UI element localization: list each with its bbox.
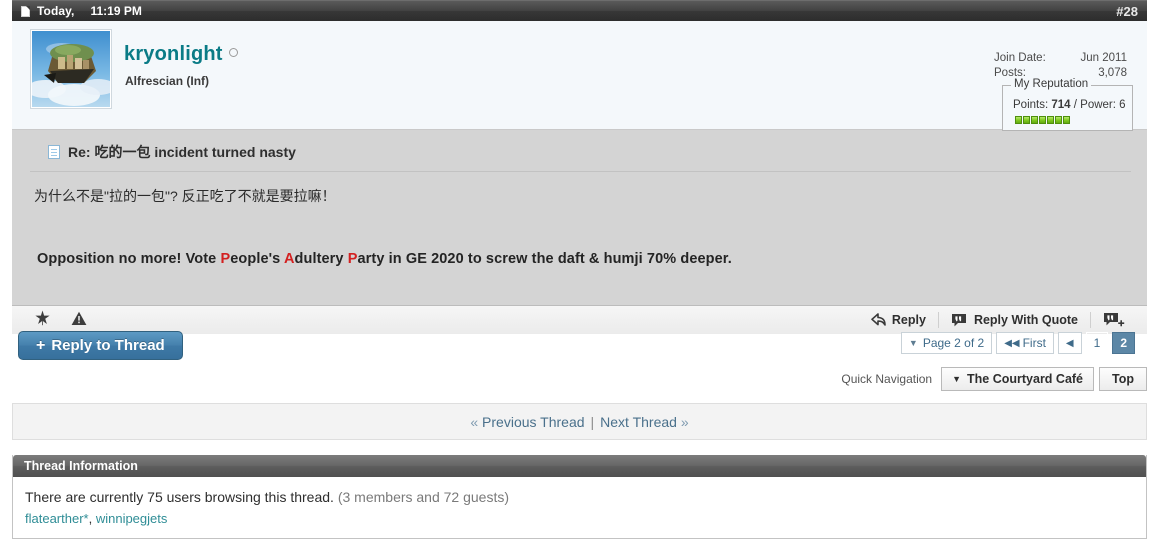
browsing-user-link[interactable]: flatearther* [25,511,89,526]
post-author-link[interactable]: kryonlight [124,43,238,66]
star-icon[interactable] [34,310,51,330]
post-number[interactable]: #28 [1116,4,1138,19]
pagination: ▼ Page 2 of 2 ◀◀ First ◀ 1 2 [897,332,1135,354]
reputation-bar [1015,116,1070,124]
signature-text-3: dultery [294,251,348,267]
plus-icon: + [36,336,46,354]
post-body: Re: 吃的一包 incident turned nasty 为什么不是"拉的一… [12,130,1147,305]
previous-thread-link[interactable]: Previous Thread [482,414,584,430]
document-icon [21,5,30,17]
post-author-name: kryonlight [124,43,223,65]
thread-information-heading: Thread Information [13,455,1146,477]
reputation-points-value: 714 [1051,99,1071,111]
reputation-block [1023,116,1030,124]
avatar[interactable] [31,30,111,108]
join-date-value: Jun 2011 [1080,52,1127,64]
user-list-separator: , [88,511,96,526]
post-date: Today, [37,4,75,18]
quick-navigation: Quick Navigation ▼ The Courtyard Café To… [841,367,1147,391]
reputation-block [1015,116,1022,124]
first-page-button[interactable]: ◀◀ First [996,332,1054,354]
thread-information-panel: Thread Information There are currently 7… [12,455,1147,539]
top-button[interactable]: Top [1099,367,1147,391]
forum-thread-page: Today, 11:19 PM #28 kryonlight Alfrescia… [0,0,1159,539]
reputation-legend: My Reputation [1011,78,1092,90]
browsing-summary: There are currently 75 users browsing th… [25,486,1146,508]
reputation-block [1047,116,1054,124]
warning-triangle-icon[interactable] [71,311,87,329]
reply-button[interactable]: Reply [859,310,938,330]
next-thread-chevron-icon: » [680,413,689,430]
reputation-block [1031,116,1038,124]
multiquote-icon[interactable] [1091,310,1137,330]
reply-and-pagination-row: + Reply to Thread ▼ Page 2 of 2 ◀◀ First… [12,328,1147,364]
signature-text-2: eople's [230,251,284,267]
reputation-points-label: Points: [1013,99,1049,111]
post-title-row: Re: 吃的一包 incident turned nasty [30,130,1131,172]
quick-navigation-select[interactable]: ▼ The Courtyard Café [941,367,1095,391]
reply-to-thread-button[interactable]: + Reply to Thread [18,331,183,360]
post-author-title: Alfrescian (Inf) [125,74,210,88]
chevron-down-icon: ▼ [952,374,962,384]
browsing-count-text: There are currently 75 users browsing th… [25,489,334,505]
post-title: Re: 吃的一包 incident turned nasty [68,144,296,160]
page-indicator-label: Page 2 of 2 [922,336,985,350]
user-stats: Join Date: Jun 2011 Posts: 3,078 [994,51,1127,81]
quick-navigation-label: Quick Navigation [841,372,933,386]
online-status-dot [228,48,238,58]
reputation-block [1039,116,1046,124]
reputation-box: My Reputation Points: 714 / Power: 6 [1002,78,1133,131]
signature-text-4: arty in GE 2020 to screw the daft & humj… [357,251,732,267]
signature-text-1: Opposition no more! Vote [37,251,221,267]
post-time: 11:19 PM [90,4,142,18]
page-selector-dropdown[interactable]: ▼ Page 2 of 2 [900,332,993,354]
posts-value: 3,078 [1098,67,1127,79]
reputation-power: / Power: 6 [1073,99,1126,111]
chevron-down-icon: ▼ [908,338,918,348]
next-thread-link[interactable]: Next Thread [600,414,677,430]
post-message-text: 为什么不是"拉的一包"? 反正吃了不就是要拉嘛！ [34,188,336,204]
browsing-breakdown: (3 members and 72 guests) [337,489,510,505]
reply-with-quote-button[interactable]: Reply With Quote [939,310,1090,330]
thread-navigation-bar: « Previous Thread | Next Thread » [12,403,1147,440]
thread-nav-separator: | [590,413,595,430]
post-bottom-spacer [12,267,1147,305]
first-page-label: First [1022,336,1046,350]
prev-thread-chevron-icon: « [470,413,479,430]
reply-with-quote-label: Reply With Quote [973,313,1078,327]
post-icon [48,145,60,159]
signature-highlight-1: P [220,251,231,267]
reply-to-thread-label: Reply to Thread [51,337,165,354]
stat-join-date: Join Date: Jun 2011 [994,51,1127,66]
post-header-bar: Today, 11:19 PM #28 [12,0,1147,21]
post-user-info: kryonlight Alfrescian (Inf) Join Date: J… [12,21,1147,131]
signature-highlight-2: A [283,251,295,267]
quick-navigation-selected-forum: The Courtyard Café [967,372,1084,386]
left-arrow-icon: ◀ [1065,337,1074,349]
post-signature: Opposition no more! Vote People's Adulte… [12,206,1147,267]
reputation-block [1055,116,1062,124]
post-container: Today, 11:19 PM #28 kryonlight Alfrescia… [12,0,1147,334]
reply-button-label: Reply [891,313,926,327]
browsing-user-link[interactable]: winnipegjets [96,511,168,526]
join-date-label: Join Date: [994,52,1046,64]
reputation-points: Points: 714 / Power: 6 [1013,99,1126,111]
previous-page-button[interactable]: ◀ [1057,332,1082,354]
reputation-block [1063,116,1070,124]
double-left-arrow-icon: ◀◀ [1004,337,1020,349]
page-number-2[interactable]: 2 [1112,332,1135,354]
thread-information-body: There are currently 75 users browsing th… [13,477,1146,538]
page-number-1[interactable]: 1 [1085,332,1109,354]
